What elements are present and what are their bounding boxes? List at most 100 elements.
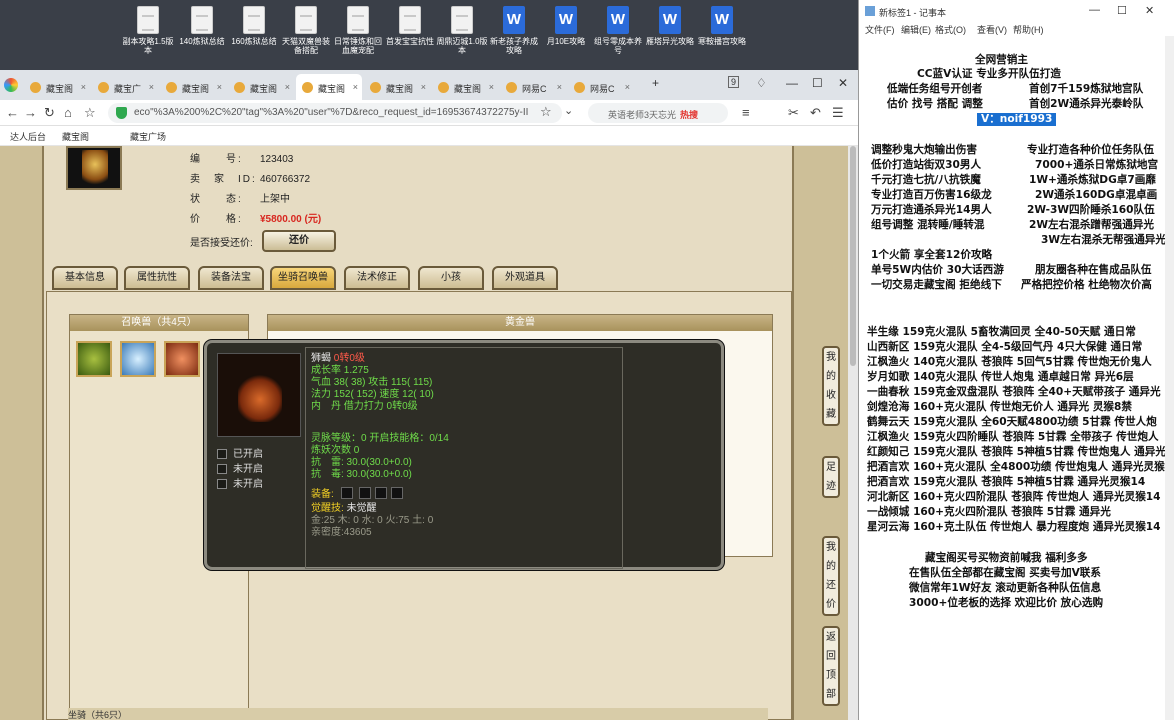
notepad-line: 藏宝阁买号买物资前喊我 福利多多	[925, 552, 1088, 564]
desktop-icon[interactable]: 140炼狱总结	[176, 4, 228, 66]
tab-favicon-icon	[302, 82, 313, 93]
star-icon[interactable]: ☆	[84, 105, 96, 121]
desktop-icon[interactable]: W 组号零成本养号	[592, 4, 644, 66]
side-button[interactable]: 我的还价	[822, 536, 840, 616]
notepad-line: 山西新区 159克火混队 全4-5级回气丹 4只大保健 通日常	[867, 341, 1143, 353]
bookmark-item[interactable]: 藏宝广场	[130, 130, 166, 143]
nav-bar: ← → ↻ ⌂ ☆ eco"%3A%200%2C%20"tag"%3A%20"u…	[0, 100, 858, 126]
pet-thumb-1[interactable]	[76, 341, 112, 377]
tab-close-icon[interactable]: ×	[149, 82, 154, 92]
tab-close-icon[interactable]: ×	[625, 82, 630, 92]
notepad-line: 一战倾城 160+克火四阶混队 苍狼阵 5甘霖 通异光	[867, 506, 1111, 518]
shirt-icon[interactable]: ♢	[756, 76, 767, 90]
browser-tab[interactable]: 藏宝阁 ×	[228, 74, 294, 100]
bookmark-item[interactable]: 藏宝阁	[62, 130, 89, 143]
pet-mp-spd: 法力 152( 152) 速度 12( 10)	[311, 389, 434, 400]
notepad-menu-item[interactable]: 格式(O)	[935, 23, 966, 36]
scissors-icon[interactable]: ✂	[788, 105, 799, 121]
notepad-menu-item[interactable]: 文件(F)	[865, 23, 895, 36]
close-icon[interactable]: ✕	[838, 76, 848, 90]
notepad-line: 岁月如歌 140克火混队 传世人炮鬼 通卓越日常 异光6层	[867, 371, 1134, 383]
undo-icon[interactable]: ↶	[810, 105, 821, 121]
browser-tab[interactable]: 藏宝阁 ×	[432, 74, 498, 100]
side-button[interactable]: 我的收藏	[822, 346, 840, 426]
page-tab[interactable]: 装备法宝	[198, 266, 264, 290]
desktop-icon[interactable]: W 雁塔异光攻略	[644, 4, 696, 66]
browser-tab[interactable]: 藏宝广 ×	[92, 74, 158, 100]
side-button[interactable]: 返回顶部	[822, 626, 840, 706]
page-scrollbar[interactable]	[848, 146, 858, 720]
notepad-title: 新标签1 - 记事本	[879, 8, 947, 18]
notepad-text-area[interactable]: 全网营销主 CC蓝V认证 专业多开队伍打造 低端任务组号开创者 首创7千159炼狱地宫…	[859, 36, 1174, 720]
pet-thumb-3[interactable]	[164, 341, 200, 377]
minimize-icon[interactable]: —	[1089, 4, 1100, 16]
browser-tab[interactable]: 网易C ×	[500, 74, 566, 100]
maximize-icon[interactable]: ☐	[812, 76, 823, 90]
page-tab[interactable]: 坐骑召唤兽	[270, 266, 336, 290]
desktop-icon[interactable]: W 新老孩子养成攻略	[488, 4, 540, 66]
chevron-down-icon[interactable]: ⌄	[564, 104, 573, 117]
pet-intimacy: 亲密度:43605	[311, 527, 372, 538]
maximize-icon[interactable]: ☐	[1117, 4, 1127, 17]
minimize-icon[interactable]: —	[786, 76, 798, 90]
notepad-line: 河北新区 160+克火四阶混队 苍狼阵 传世炮人 通异光灵猴14	[867, 491, 1161, 503]
pet-thumb-2[interactable]	[120, 341, 156, 377]
bookmark-item[interactable]: 达人后台	[10, 130, 46, 143]
browser-logo-icon[interactable]	[4, 78, 18, 92]
new-tab-icon[interactable]: +	[652, 76, 659, 90]
desktop-icon[interactable]: 日常锤炼和回血魔宠配	[332, 4, 384, 66]
tab-label: 藏宝阁	[182, 84, 210, 94]
desktop-icon[interactable]: 首发宝宝抗性	[384, 4, 436, 66]
forward-icon[interactable]: →	[24, 105, 37, 120]
tab-close-icon[interactable]: ×	[81, 82, 86, 92]
tab-count-badge[interactable]: 9	[728, 76, 740, 88]
more-icon[interactable]: ☰	[832, 105, 844, 121]
notepad-menu-item[interactable]: 编辑(E)	[901, 23, 931, 36]
browser-tab[interactable]: 藏宝阁 ×	[364, 74, 430, 100]
page-tab[interactable]: 属性抗性	[124, 266, 190, 290]
close-icon[interactable]: ✕	[1145, 4, 1154, 17]
home-icon[interactable]: ⌂	[64, 105, 72, 120]
browser-tab[interactable]: 藏宝阁 ×	[24, 74, 90, 100]
notepad-line: 3000+位老板的选择 欢迎比价 放心选购	[909, 597, 1104, 609]
tab-close-icon[interactable]: ×	[217, 82, 222, 92]
page-tab[interactable]: 外观道具	[492, 266, 558, 290]
side-button[interactable]: 足迹	[822, 456, 840, 498]
page-tab[interactable]: 基本信息	[52, 266, 118, 290]
equip-slot-4	[391, 487, 403, 499]
desktop-icon-label: 月10E攻略	[546, 37, 586, 46]
page-tab[interactable]: 法术修正	[344, 266, 410, 290]
desktop-icon[interactable]: 周鼎迈城1.0版本	[436, 4, 488, 66]
tab-close-icon[interactable]: ×	[489, 82, 494, 92]
browser-tab[interactable]: 藏宝阁 ×	[160, 74, 226, 100]
desktop-icon[interactable]: 副本攻略1.5版本	[122, 4, 174, 66]
bargain-button[interactable]: 还价	[262, 230, 336, 252]
back-icon[interactable]: ←	[6, 105, 19, 120]
bookmark-star-icon[interactable]: ☆	[540, 104, 552, 120]
side-button-label: 足迹	[826, 462, 836, 492]
notepad-menu-item[interactable]: 帮助(H)	[1013, 23, 1044, 36]
desktop-icon[interactable]: 160炼狱总结	[228, 4, 280, 66]
page-tab[interactable]: 小孩	[418, 266, 484, 290]
pet-tooltip-popup: 狮蝎 0转0级 成长率 1.275 气血 38( 38) 攻击 115( 115…	[204, 340, 724, 570]
desktop-icon[interactable]: W 寒鞍播宫攻略	[696, 4, 748, 66]
tab-close-icon[interactable]: ×	[353, 82, 358, 92]
tab-close-icon[interactable]: ×	[421, 82, 426, 92]
desktop-icon[interactable]: 天猫双魔兽装备搭配	[280, 4, 332, 66]
notepad-scrollbar[interactable]	[1165, 36, 1174, 720]
browser-tab[interactable]: 藏宝阁 ×	[296, 74, 362, 100]
scorpion-pet-image	[217, 353, 301, 437]
address-bar[interactable]: eco"%3A%200%2C%20"tag"%3A%20"user"%7D&re…	[108, 103, 562, 123]
tab-favicon-icon	[30, 82, 41, 93]
reload-icon[interactable]: ↻	[44, 105, 55, 121]
notepad-menu-item[interactable]: 查看(V)	[977, 23, 1007, 36]
desktop-icon-label: 寒鞍播宫攻略	[698, 37, 746, 46]
search-box[interactable]: 英语老师3天忘光 热搜	[588, 103, 728, 123]
desktop-icon[interactable]: W 月10E攻略	[540, 4, 592, 66]
notepad-line: 2W-3W四阶睡杀160队伍	[1027, 204, 1155, 216]
wps-document-icon: W	[607, 6, 629, 34]
tab-close-icon[interactable]: ×	[557, 82, 562, 92]
browser-tab[interactable]: 网易C ×	[568, 74, 634, 100]
tab-close-icon[interactable]: ×	[285, 82, 290, 92]
menu-icon[interactable]: ≡	[742, 105, 750, 120]
